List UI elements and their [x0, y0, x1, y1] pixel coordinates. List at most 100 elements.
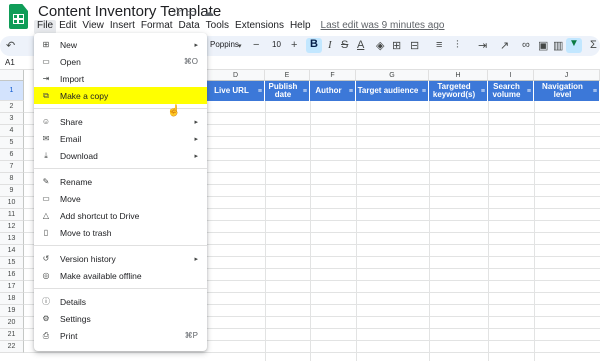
row-header[interactable]: 2 [0, 101, 24, 113]
menu-item-label: Open [60, 56, 81, 67]
menu-item-open[interactable]: ▭ Open ⌘O [34, 53, 207, 70]
functions-icon[interactable]: Σ [590, 39, 597, 51]
insert-link-icon[interactable]: ∞ [522, 39, 530, 51]
decrease-font-size-icon[interactable]: − [253, 39, 259, 51]
row-header[interactable]: 4 [0, 125, 24, 137]
column-header-d[interactable]: D [207, 70, 265, 81]
column-header-h[interactable]: H [429, 70, 488, 81]
cloud-status-icon[interactable]: ☁ [203, 6, 214, 19]
column-header-e[interactable]: E [265, 70, 310, 81]
bold-button[interactable]: B [306, 38, 322, 53]
menu-tools[interactable]: Tools [203, 20, 232, 34]
header-cell-label: Publish date [268, 82, 298, 99]
row-header[interactable]: 22 [0, 341, 24, 353]
menu-item-details[interactable]: ⓘ Details [34, 293, 207, 310]
header-cell-target-audience[interactable]: Target audience ≡ [356, 81, 429, 101]
header-cell-publish-date[interactable]: Publish date ≡ [265, 81, 310, 101]
text-rotation-icon[interactable]: ↗ [500, 39, 509, 52]
row-header[interactable]: 5 [0, 137, 24, 149]
filter-icon[interactable]: ≡ [527, 88, 531, 96]
menu-item-share[interactable]: ☺ Share ▸ [34, 113, 207, 130]
vertical-align-icon[interactable]: ⫶ [456, 39, 459, 52]
menu-format[interactable]: Format [138, 20, 176, 34]
undo-icon[interactable]: ↶ [6, 39, 15, 52]
row-header[interactable]: 17 [0, 281, 24, 293]
row-header[interactable]: 7 [0, 161, 24, 173]
menu-item-print[interactable]: ⎙ Print ⌘P [34, 327, 207, 344]
menu-insert[interactable]: Insert [107, 20, 138, 34]
menu-extensions[interactable]: Extensions [232, 20, 287, 34]
text-wrap-icon[interactable]: ⇥ [478, 39, 487, 52]
row-header-1[interactable]: 1 [0, 81, 24, 101]
column-header-j[interactable]: J [534, 70, 600, 81]
column-header-g[interactable]: G [356, 70, 429, 81]
header-cell-search-volume[interactable]: Search volume ≡ [488, 81, 534, 101]
text-color-button[interactable]: A [357, 39, 364, 51]
row-header[interactable]: 11 [0, 209, 24, 221]
row-header[interactable]: 8 [0, 173, 24, 185]
menu-item-settings[interactable]: ⚙ Settings [34, 310, 207, 327]
font-select[interactable]: Poppins [210, 40, 239, 49]
borders-icon[interactable]: ⊞ [392, 39, 401, 52]
header-cell-targeted-keywords[interactable]: Targeted keyword(s) ≡ [429, 81, 488, 101]
filter-icon[interactable]: ≡ [303, 88, 307, 96]
row-header[interactable]: 14 [0, 245, 24, 257]
menu-item-move[interactable]: ▭ Move [34, 190, 207, 207]
menu-item-move-to-trash[interactable]: ▯ Move to trash [34, 224, 207, 241]
menu-file[interactable]: File [34, 20, 57, 34]
insert-comment-icon[interactable]: ▣ [538, 39, 548, 52]
filter-icon[interactable]: ▼ [566, 38, 582, 53]
row-header[interactable]: 18 [0, 293, 24, 305]
italic-button[interactable]: I [328, 39, 332, 51]
filter-icon[interactable]: ≡ [481, 88, 485, 96]
menu-edit[interactable]: Edit [56, 20, 79, 34]
column-header-i[interactable]: I [488, 70, 534, 81]
menu-help[interactable]: Help [287, 20, 314, 34]
menu-item-add-shortcut[interactable]: △ Add shortcut to Drive [34, 207, 207, 224]
filter-icon[interactable]: ≡ [422, 88, 426, 96]
increase-font-size-icon[interactable]: + [291, 39, 297, 51]
menu-data[interactable]: Data [176, 20, 203, 34]
submenu-arrow-icon: ▸ [194, 135, 198, 143]
column-header-f[interactable]: F [310, 70, 356, 81]
insert-chart-icon[interactable]: ▥ [553, 39, 563, 52]
merge-cells-icon[interactable]: ⊟ [410, 39, 419, 52]
row-header[interactable]: 15 [0, 257, 24, 269]
filter-icon[interactable]: ≡ [349, 88, 353, 96]
row-header[interactable]: 12 [0, 221, 24, 233]
menu-item-make-a-copy[interactable]: ⧉ Make a copy [34, 87, 207, 104]
menu-item-new[interactable]: ⊞ New ▸ [34, 36, 207, 53]
row-header[interactable]: 16 [0, 269, 24, 281]
row-header[interactable]: 21 [0, 329, 24, 341]
row-header[interactable]: 3 [0, 113, 24, 125]
filter-icon[interactable]: ≡ [258, 88, 262, 96]
row-header[interactable]: 20 [0, 317, 24, 329]
header-cell-author[interactable]: Author ≡ [310, 81, 356, 101]
menu-item-email[interactable]: ✉ Email ▸ [34, 130, 207, 147]
row-header[interactable]: 19 [0, 305, 24, 317]
row-header[interactable]: 9 [0, 185, 24, 197]
font-dropdown-icon[interactable]: ▾ [238, 42, 242, 50]
menu-item-make-available-offline[interactable]: ◎ Make available offline [34, 267, 207, 284]
sheets-logo-icon[interactable] [9, 4, 28, 29]
header-cell-live-url[interactable]: Live URL ≡ [207, 81, 265, 101]
name-box[interactable]: A1 [5, 58, 15, 67]
strikethrough-button[interactable]: S [341, 39, 348, 51]
row-header[interactable]: 6 [0, 149, 24, 161]
select-all-corner[interactable] [0, 70, 24, 81]
menu-item-version-history[interactable]: ↺ Version history ▸ [34, 250, 207, 267]
menu-item-download[interactable]: ⤓ Download ▸ [34, 147, 207, 164]
menu-item-import[interactable]: ⇥ Import [34, 70, 207, 87]
star-icon[interactable]: ☆ [171, 4, 183, 20]
font-size-input[interactable]: 10 [272, 40, 281, 49]
last-edit-link[interactable]: Last edit was 9 minutes ago [318, 20, 448, 34]
menu-item-rename[interactable]: ✎ Rename [34, 173, 207, 190]
filter-icon[interactable]: ≡ [593, 88, 597, 96]
move-folder-icon[interactable]: ▭ [186, 6, 196, 19]
row-header[interactable]: 10 [0, 197, 24, 209]
fill-color-icon[interactable]: ◈ [376, 39, 384, 52]
horizontal-align-icon[interactable]: ≡ [436, 39, 442, 51]
menu-view[interactable]: View [79, 20, 107, 34]
header-cell-navigation-level[interactable]: Navigation level ≡ [534, 81, 600, 101]
row-header[interactable]: 13 [0, 233, 24, 245]
